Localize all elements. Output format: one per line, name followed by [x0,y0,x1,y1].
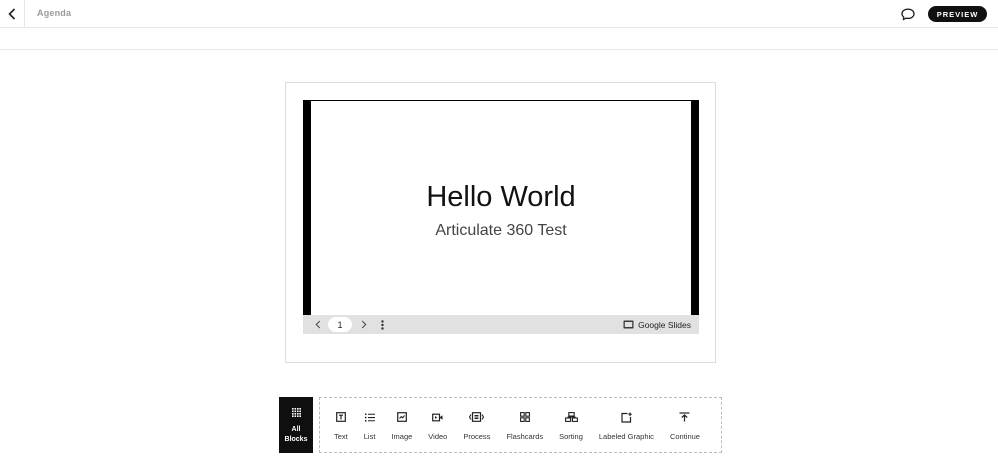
back-button[interactable] [0,0,25,28]
image-icon [396,412,407,422]
comment-icon [901,8,915,20]
next-slide-button[interactable] [358,318,370,331]
all-blocks-button[interactable]: All Blocks [279,397,313,453]
preview-button[interactable]: PREVIEW [928,6,987,22]
grid-icon [291,408,301,417]
chevron-left-icon [315,320,321,329]
secondary-bar [0,28,998,50]
chevron-left-icon [8,8,16,20]
block-list[interactable]: List [356,398,384,452]
more-vertical-icon [380,319,384,330]
list-icon [364,413,375,421]
block-sorting[interactable]: Sorting [551,398,591,452]
slide-title: Hello World [426,181,576,213]
video-icon [432,413,443,421]
slide-subtitle: Articulate 360 Test [435,222,567,239]
slides-icon [623,320,634,329]
labeled-graphic-icon [621,412,632,423]
previous-slide-button[interactable] [312,318,324,331]
all-blocks-label: All Blocks [284,426,308,443]
chevron-right-icon [361,320,367,329]
embed-block-card[interactable]: Hello World Articulate 360 Test 1 Google… [285,82,716,363]
slide-options-button[interactable] [377,318,387,331]
breadcrumb[interactable]: Agenda [37,8,71,18]
quick-insert-block-bar: Text List Image Video Process Flashcards… [319,397,722,453]
slide-canvas: Hello World Articulate 360 Test [311,101,691,315]
comment-button[interactable] [901,7,915,21]
block-process[interactable]: Process [455,398,498,452]
top-bar: Agenda PREVIEW [0,0,998,28]
flashcards-icon [519,412,530,422]
block-continue[interactable]: Continue [662,398,708,452]
continue-icon [679,412,690,422]
google-slides-link[interactable]: Google Slides [623,318,691,331]
text-icon [335,412,346,422]
block-video[interactable]: Video [420,398,455,452]
block-labeled-graphic[interactable]: Labeled Graphic [591,398,662,452]
sorting-icon [564,412,578,422]
slide-controls: 1 Google Slides [303,315,699,334]
process-icon [469,412,485,422]
slide-page-number[interactable]: 1 [328,317,352,332]
block-image[interactable]: Image [383,398,420,452]
google-slides-embed[interactable]: Hello World Articulate 360 Test 1 Google… [303,100,699,334]
google-slides-label: Google Slides [638,319,691,330]
block-text[interactable]: Text [326,398,356,452]
block-flashcards[interactable]: Flashcards [498,398,551,452]
